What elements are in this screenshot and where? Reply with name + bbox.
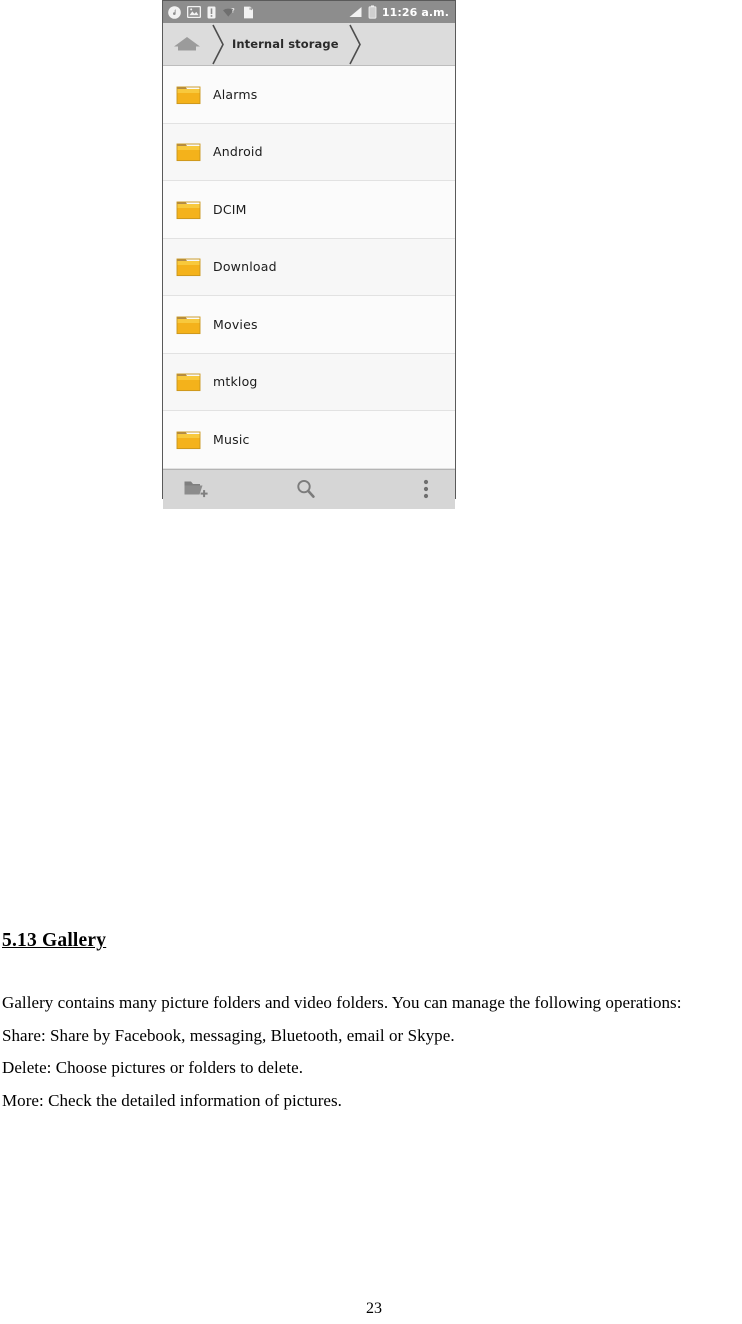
paragraph-intro: Gallery contains many picture folders an… <box>2 993 682 1012</box>
breadcrumb-path-label[interactable]: Internal storage <box>225 37 348 51</box>
list-item[interactable]: mtklog <box>163 353 455 411</box>
list-item-label: Alarms <box>213 86 258 102</box>
home-icon <box>174 37 200 51</box>
list-item-label: mtklog <box>213 374 258 390</box>
folder-icon <box>171 84 205 105</box>
list-item-label: Movies <box>213 316 258 332</box>
list-item-label: Android <box>213 144 263 160</box>
page-number: 23 <box>0 1300 742 1318</box>
folder-icon <box>171 429 205 450</box>
chevron-right-icon <box>212 24 224 64</box>
list-item[interactable]: Alarms <box>163 66 455 124</box>
folder-icon <box>171 199 205 220</box>
paragraph-more: More: Check the detailed information of … <box>2 1091 342 1110</box>
search-button[interactable] <box>265 470 347 509</box>
status-bar: ? 11:26 a.m. <box>163 1 455 23</box>
page-title: 5.13 Gallery <box>2 930 107 951</box>
list-item[interactable]: Music <box>163 411 455 469</box>
music-note-icon <box>168 5 181 19</box>
status-bar-clock: 11:26 a.m. <box>381 5 449 19</box>
folder-icon <box>171 314 205 335</box>
list-item[interactable]: Android <box>163 123 455 181</box>
phone-screenshot-figure: ? 11:26 a.m. Internal storage Alarms And… <box>162 0 456 509</box>
chevron-right-icon-end <box>348 24 361 64</box>
new-folder-button[interactable] <box>163 470 265 509</box>
overflow-menu-icon <box>423 479 429 499</box>
folder-icon <box>171 141 205 162</box>
list-item-label: DCIM <box>213 201 247 217</box>
status-bar-system-icons: 11:26 a.m. <box>348 5 449 19</box>
warning-icon <box>207 6 216 18</box>
overflow-menu-button[interactable] <box>347 470 455 509</box>
page-number-value: 23 <box>366 1300 382 1317</box>
paragraph-share: Share: Share by Facebook, messaging, Blu… <box>2 1026 455 1045</box>
paragraph-delete: Delete: Choose pictures or folders to de… <box>2 1058 304 1077</box>
sd-card-icon <box>244 6 253 18</box>
image-icon <box>187 6 201 18</box>
new-folder-icon <box>184 481 208 498</box>
svg-text:?: ? <box>231 7 235 14</box>
search-icon <box>297 479 315 498</box>
list-item[interactable]: Movies <box>163 296 455 354</box>
battery-icon <box>368 5 377 19</box>
list-item[interactable]: Download <box>163 238 455 296</box>
wifi-question-icon: ? <box>223 7 235 17</box>
list-item-label: Music <box>213 431 250 447</box>
bottom-toolbar <box>163 468 455 509</box>
breadcrumb-home-button[interactable] <box>163 23 211 65</box>
folder-icon <box>171 371 205 392</box>
file-list: Alarms Android DCIM Download Movies mtkl… <box>163 66 455 469</box>
list-item[interactable]: DCIM <box>163 181 455 239</box>
list-item-label: Download <box>213 259 277 275</box>
folder-icon <box>171 256 205 277</box>
breadcrumb: Internal storage <box>163 23 455 66</box>
signal-bars-icon <box>349 7 362 17</box>
status-bar-notification-icons: ? <box>168 5 348 19</box>
